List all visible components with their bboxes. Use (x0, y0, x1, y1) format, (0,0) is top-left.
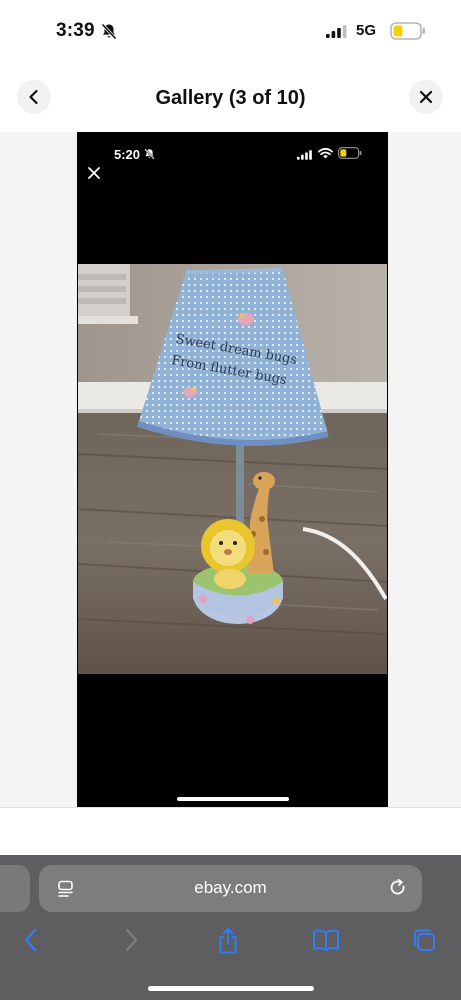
forward-arrow-icon[interactable] (122, 927, 140, 953)
network-label: 5G (356, 22, 377, 39)
battery-low-icon (338, 147, 362, 159)
image-status-time: 5:20 (114, 147, 141, 162)
reload-icon[interactable] (388, 878, 408, 898)
bell-slash-icon (144, 148, 155, 160)
battery-low-icon (390, 22, 425, 40)
previous-tab-preview[interactable] (0, 865, 30, 912)
bell-slash-icon (101, 23, 117, 40)
content-footer (0, 808, 461, 855)
close-icon (419, 90, 433, 104)
gallery-header: Gallery (3 of 10) (0, 62, 461, 132)
address-bar[interactable]: ebay.com (39, 865, 422, 912)
browser-toolbar: ebay.com (0, 855, 461, 1000)
close-button[interactable] (409, 80, 443, 114)
close-icon[interactable] (85, 164, 103, 182)
bookmarks-icon[interactable] (312, 927, 340, 953)
tabs-icon[interactable] (411, 927, 437, 953)
lamp-photo: Sweet dream bugs From flutter bugs (78, 264, 387, 674)
page-title: Gallery (3 of 10) (155, 87, 306, 109)
back-arrow-icon[interactable] (22, 927, 40, 953)
gallery-viewer[interactable]: 5:20 Sweet dream bugs From flutter bugs (0, 132, 461, 807)
url-text[interactable]: ebay.com (39, 878, 422, 898)
image-home-indicator (177, 797, 289, 801)
home-indicator (148, 986, 314, 991)
status-time: 3:39 (56, 20, 95, 41)
cellular-signal-icon (297, 150, 312, 160)
share-icon[interactable] (216, 927, 240, 955)
status-bar: 3:39 5G (0, 0, 461, 62)
wifi-icon (318, 148, 333, 159)
gallery-image[interactable]: 5:20 Sweet dream bugs From flutter bugs (77, 132, 388, 807)
cellular-signal-icon (326, 25, 347, 38)
